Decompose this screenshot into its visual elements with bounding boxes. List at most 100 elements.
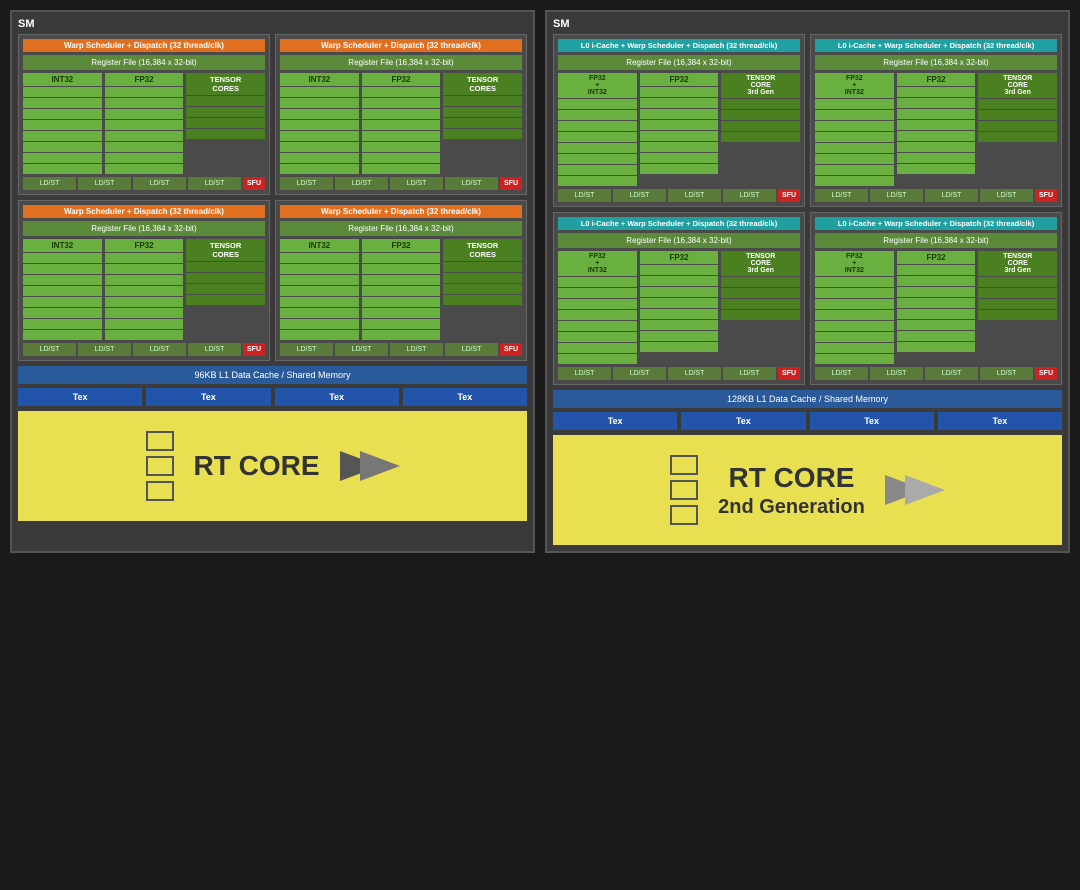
left-tex-1: Tex: [18, 388, 142, 406]
right-tensor3-br: TENSORCORE3rd Gen: [978, 251, 1057, 364]
ldst-4: LD/ST: [188, 177, 241, 190]
left-tensor-label-tr: TENSORCORES: [443, 73, 522, 95]
left-reg-file-tr: Register File (16,384 x 32-bit): [280, 55, 522, 70]
right-warp-header-tr: L0 i-Cache + Warp Scheduler + Dispatch (…: [815, 39, 1057, 52]
left-fp32-tr: FP32: [362, 73, 441, 174]
left-rt-icon-group: [146, 431, 174, 501]
left-warp-unit-tl: Warp Scheduler + Dispatch (32 thread/clk…: [18, 34, 270, 195]
left-warp-header-br: Warp Scheduler + Dispatch (32 thread/clk…: [280, 205, 522, 218]
left-tensor-label-tl: TENSORCORES: [186, 73, 265, 95]
right-rt-core-box: RT CORE 2nd Generation: [553, 435, 1062, 545]
right-fp32-br: FP32: [897, 251, 976, 364]
left-sm-block: SM Warp Scheduler + Dispatch (32 thread/…: [10, 10, 535, 553]
main-container: SM Warp Scheduler + Dispatch (32 thread/…: [10, 10, 1070, 553]
left-fp32-label-tr: FP32: [362, 73, 441, 86]
right-warp-header-bl: L0 i-Cache + Warp Scheduler + Dispatch (…: [558, 217, 800, 230]
right-fp32-tr: FP32: [897, 73, 976, 186]
left-int32-bl: INT32: [23, 239, 102, 340]
left-tensor-tl: TENSORCORES: [186, 73, 265, 174]
right-rt-box-1: [670, 455, 698, 475]
left-int32-label-tr: INT32: [280, 73, 359, 86]
right-warp-unit-tr: L0 i-Cache + Warp Scheduler + Dispatch (…: [810, 34, 1062, 207]
right-sm-label: SM: [553, 18, 1062, 30]
right-reg-file-tr: Register File (16,384 x 32-bit): [815, 55, 1057, 70]
right-fp32int32-bl: FP32+INT32: [558, 251, 637, 364]
rt-box-1: [146, 431, 174, 451]
left-l1-cache: 96KB L1 Data Cache / Shared Memory: [18, 366, 527, 384]
right-tex-1: Tex: [553, 412, 677, 430]
right-fp32int32-tl: FP32+INT32: [558, 73, 637, 186]
right-warp-unit-br: L0 i-Cache + Warp Scheduler + Dispatch (…: [810, 212, 1062, 385]
left-tensor-br: TENSORCORES: [443, 239, 522, 340]
left-tensor-cells-tl: [186, 96, 265, 139]
rt-box-2: [146, 456, 174, 476]
right-rt-arrow-icon: [885, 470, 945, 510]
right-tex-row: Tex Tex Tex Tex: [553, 412, 1062, 430]
sfu-1: SFU: [243, 177, 265, 190]
ldst-2: LD/ST: [78, 177, 131, 190]
right-core-row-tr: FP32+INT32 FP32 TENS: [815, 73, 1057, 186]
left-int32-cells-tl: [23, 87, 102, 174]
right-tensor3-tr: TENSORCORE3rd Gen: [978, 73, 1057, 186]
right-warp-unit-bl: L0 i-Cache + Warp Scheduler + Dispatch (…: [553, 212, 805, 385]
right-fp32int32-tr: FP32+INT32: [815, 73, 894, 186]
right-reg-file-br: Register File (16,384 x 32-bit): [815, 233, 1057, 248]
left-tex-2: Tex: [146, 388, 270, 406]
left-tensor-bl: TENSORCORES: [186, 239, 265, 340]
right-reg-file-tl: Register File (16,384 x 32-bit): [558, 55, 800, 70]
right-core-row-br: FP32+INT32 FP32 TENS: [815, 251, 1057, 364]
left-warp-grid: Warp Scheduler + Dispatch (32 thread/clk…: [18, 34, 527, 361]
left-fp32-tl: FP32: [105, 73, 184, 174]
right-tex-4: Tex: [938, 412, 1062, 430]
left-tensor-tr: TENSORCORES: [443, 73, 522, 174]
left-rt-core-box: RT CORE: [18, 411, 527, 521]
left-ldst-row-br: LD/ST LD/ST LD/ST LD/ST SFU: [280, 343, 522, 356]
left-warp-header-tr: Warp Scheduler + Dispatch (32 thread/clk…: [280, 39, 522, 52]
right-l1-cache: 128KB L1 Data Cache / Shared Memory: [553, 390, 1062, 408]
left-rt-arrow-icon: [340, 446, 400, 486]
left-int32-label-tl: INT32: [23, 73, 102, 86]
rt-box-3: [146, 481, 174, 501]
right-rt-core-gen-label: 2nd Generation: [718, 495, 865, 519]
right-sm-block: SM L0 i-Cache + Warp Scheduler + Dispatc…: [545, 10, 1070, 553]
right-fp32-bl: FP32: [640, 251, 719, 364]
right-rt-core-label: RT CORE: [718, 461, 865, 495]
left-core-row-br: INT32 FP32 TENSORCOR: [280, 239, 522, 340]
left-core-row-bl: INT32 FP32 TENSORCOR: [23, 239, 265, 340]
right-tex-3: Tex: [810, 412, 934, 430]
left-core-row-tr: INT32 FP32 TENSORCOR: [280, 73, 522, 174]
left-fp32-br: FP32: [362, 239, 441, 340]
left-int32-br: INT32: [280, 239, 359, 340]
left-ldst-row-bl: LD/ST LD/ST LD/ST LD/ST SFU: [23, 343, 265, 356]
left-fp32-cells-tl: [105, 87, 184, 174]
left-tex-4: Tex: [403, 388, 527, 406]
left-warp-unit-br: Warp Scheduler + Dispatch (32 thread/clk…: [275, 200, 527, 361]
right-tensor3-tl: TENSORCORE3rd Gen: [721, 73, 800, 186]
left-warp-header-bl: Warp Scheduler + Dispatch (32 thread/clk…: [23, 205, 265, 218]
right-tensor3-bl: TENSORCORE3rd Gen: [721, 251, 800, 364]
left-int32-tr: INT32: [280, 73, 359, 174]
right-fp32int32-br: FP32+INT32: [815, 251, 894, 364]
left-reg-file-tl: Register File (16,384 x 32-bit): [23, 55, 265, 70]
left-ldst-row-tr: LD/ST LD/ST LD/ST LD/ST SFU: [280, 177, 522, 190]
right-rt-box-2: [670, 480, 698, 500]
right-reg-file-bl: Register File (16,384 x 32-bit): [558, 233, 800, 248]
left-ldst-row-tl: LD/ST LD/ST LD/ST LD/ST SFU: [23, 177, 265, 190]
left-core-row-tl: INT32 FP32: [23, 73, 265, 174]
right-rt-box-3: [670, 505, 698, 525]
right-tex-2: Tex: [681, 412, 805, 430]
left-sm-label: SM: [18, 18, 527, 30]
right-warp-header-br: L0 i-Cache + Warp Scheduler + Dispatch (…: [815, 217, 1057, 230]
left-int32-tl: INT32: [23, 73, 102, 174]
left-warp-unit-bl: Warp Scheduler + Dispatch (32 thread/clk…: [18, 200, 270, 361]
left-tex-3: Tex: [275, 388, 399, 406]
left-warp-unit-tr: Warp Scheduler + Dispatch (32 thread/clk…: [275, 34, 527, 195]
left-reg-file-bl: Register File (16,384 x 32-bit): [23, 221, 265, 236]
right-fp32-tl: FP32: [640, 73, 719, 186]
right-core-row-bl: FP32+INT32 FP32 TENS: [558, 251, 800, 364]
right-warp-header-tl: L0 i-Cache + Warp Scheduler + Dispatch (…: [558, 39, 800, 52]
left-rt-core-label: RT CORE: [194, 449, 320, 483]
left-tex-row: Tex Tex Tex Tex: [18, 388, 527, 406]
ldst-1: LD/ST: [23, 177, 76, 190]
left-warp-header-tl: Warp Scheduler + Dispatch (32 thread/clk…: [23, 39, 265, 52]
